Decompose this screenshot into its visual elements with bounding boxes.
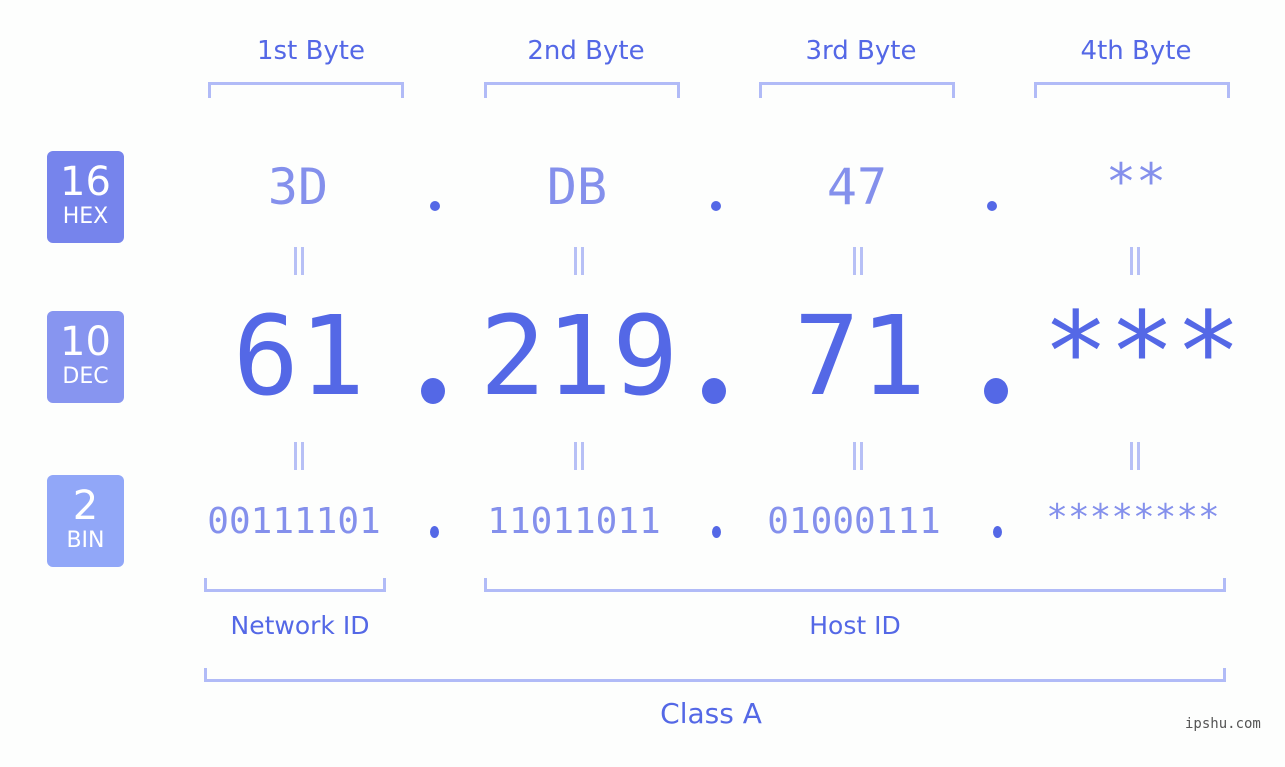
equals-icon xyxy=(850,247,866,277)
bin-badge-label: BIN xyxy=(66,528,105,553)
bin-badge-number: 2 xyxy=(72,483,99,529)
byte-header-4: 4th Byte xyxy=(1080,36,1192,66)
bin-byte-2: 11011011 xyxy=(487,501,661,542)
bin-separator-dot xyxy=(712,526,721,538)
dec-separator-dot xyxy=(421,378,445,404)
hex-badge-label: HEX xyxy=(62,204,109,229)
equals-icon xyxy=(1127,442,1143,472)
bin-byte-4: ******** xyxy=(1046,497,1220,538)
dec-byte-4: *** xyxy=(1042,288,1242,416)
equals-icon xyxy=(1127,247,1143,277)
dec-badge-number: 10 xyxy=(60,319,111,365)
dec-badge-label: DEC xyxy=(62,364,109,389)
bin-separator-dot xyxy=(993,526,1002,538)
byte-header-2: 2nd Byte xyxy=(527,36,645,66)
host-id-label: Host ID xyxy=(809,611,901,640)
host-id-bracket xyxy=(484,578,1226,592)
network-id-bracket xyxy=(204,578,386,592)
hex-badge: 16 HEX xyxy=(47,151,124,243)
dec-byte-3: 71 xyxy=(793,292,927,420)
equals-icon xyxy=(291,442,307,472)
hex-byte-3: 47 xyxy=(826,158,888,216)
bin-byte-1: 00111101 xyxy=(207,501,381,542)
hex-byte-4: ** xyxy=(1105,153,1167,211)
byte-bracket-3 xyxy=(759,82,955,98)
byte-bracket-2 xyxy=(484,82,680,98)
bin-byte-3: 01000111 xyxy=(767,501,941,542)
byte-header-3: 3rd Byte xyxy=(805,36,917,66)
equals-icon xyxy=(571,442,587,472)
bin-separator-dot xyxy=(430,526,439,538)
dec-badge: 10 DEC xyxy=(47,311,124,403)
hex-separator-dot xyxy=(711,201,721,211)
byte-header-1: 1st Byte xyxy=(257,36,365,66)
bin-badge: 2 BIN xyxy=(47,475,124,567)
class-label: Class A xyxy=(660,697,762,730)
hex-byte-1: 3D xyxy=(267,158,329,216)
dec-separator-dot xyxy=(984,378,1008,404)
byte-bracket-1 xyxy=(208,82,404,98)
hex-separator-dot xyxy=(987,201,997,211)
equals-icon xyxy=(571,247,587,277)
hex-byte-2: DB xyxy=(546,158,608,216)
byte-bracket-4 xyxy=(1034,82,1230,98)
dec-separator-dot xyxy=(702,378,726,404)
equals-icon xyxy=(291,247,307,277)
network-id-label: Network ID xyxy=(230,611,370,640)
class-bracket xyxy=(204,668,1226,682)
dec-byte-1: 61 xyxy=(232,292,366,420)
dec-byte-2: 219 xyxy=(479,292,679,420)
hex-separator-dot xyxy=(430,201,440,211)
watermark: ipshu.com xyxy=(1185,716,1261,732)
hex-badge-number: 16 xyxy=(60,159,111,205)
equals-icon xyxy=(850,442,866,472)
